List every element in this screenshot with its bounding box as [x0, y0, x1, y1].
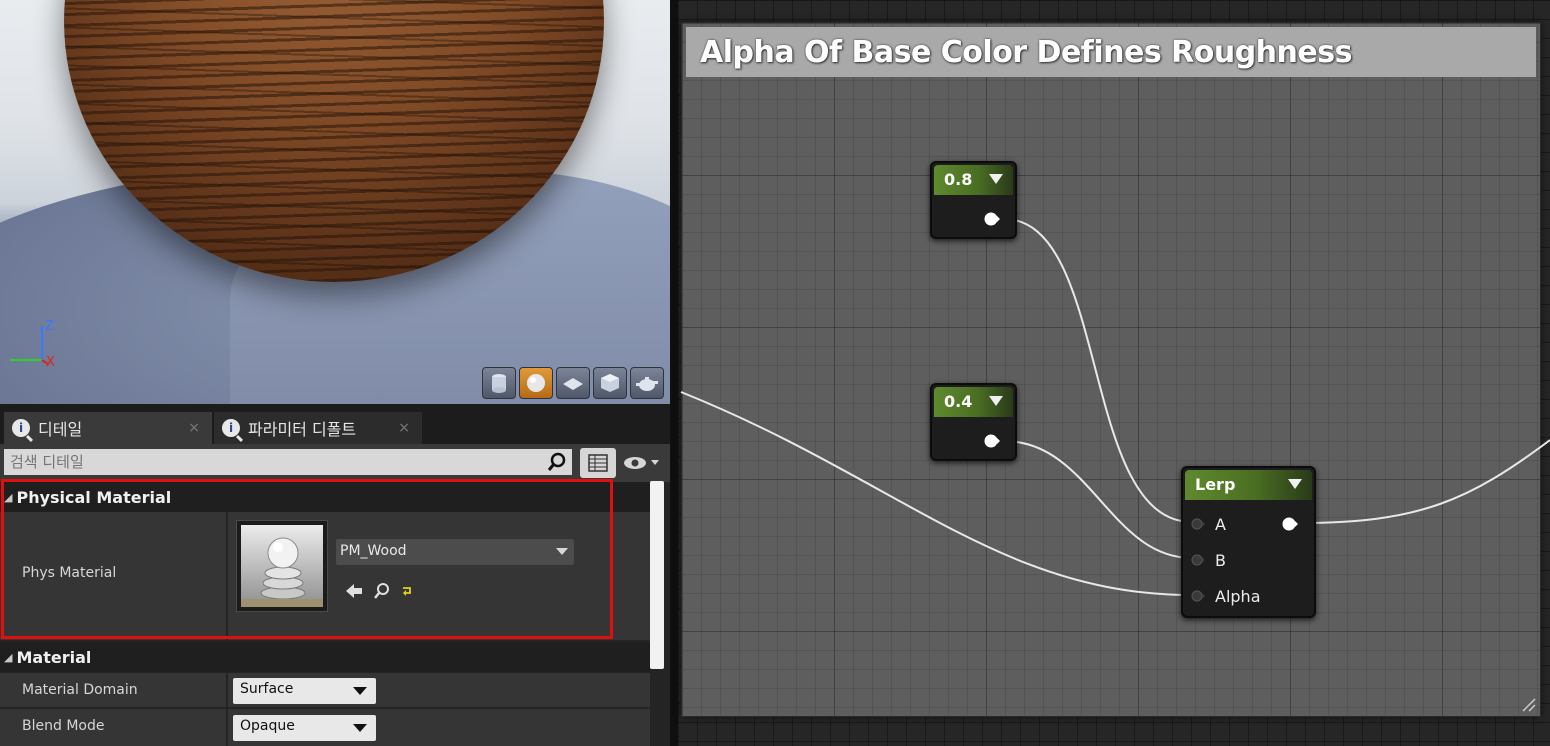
input-pin-icon[interactable]	[1191, 590, 1205, 602]
tab-parameter-defaults-close-icon[interactable]: ×	[398, 420, 410, 436]
preview-cylinder-button[interactable]	[482, 367, 516, 399]
search-icon	[547, 452, 566, 471]
lerp-input-alpha[interactable]: Alpha	[1191, 585, 1261, 607]
plane-icon	[563, 378, 583, 390]
material-domain-dropdown[interactable]: Surface	[233, 678, 376, 704]
tab-parameter-defaults-label: 파라미터 디폴트	[248, 420, 357, 439]
property-row-blend-mode: Blend Mode Opaque	[0, 709, 650, 746]
lerp-input-alpha-label: Alpha	[1215, 586, 1261, 606]
preview-teapot-button[interactable]	[630, 367, 664, 399]
asset-tools	[345, 582, 413, 600]
comment-title[interactable]: Alpha Of Base Color Defines Roughness	[686, 27, 1536, 77]
category-physical-material[interactable]: ◢ Physical Material	[0, 482, 650, 512]
details-scrollbar[interactable]	[650, 481, 664, 669]
details-icon: i	[12, 419, 30, 437]
teapot-icon	[636, 377, 658, 391]
category-physical-material-title: Physical Material	[16, 487, 172, 507]
search-details-input[interactable]	[4, 449, 572, 475]
view-options-button[interactable]	[622, 452, 666, 474]
lerp-node-title: Lerp	[1195, 475, 1236, 494]
output-pin-icon[interactable]	[984, 212, 1000, 226]
comment-box[interactable]: Alpha Of Base Color Defines Roughness	[681, 22, 1541, 717]
output-pin-icon[interactable]	[984, 434, 1000, 448]
tab-parameter-defaults[interactable]: i 파라미터 디폴트 ×	[214, 412, 422, 444]
preview-cube-button[interactable]	[593, 367, 627, 399]
axis-x-label: X	[46, 355, 55, 368]
category-material[interactable]: ◢ Material	[0, 642, 650, 672]
constant-value: 0.4	[944, 392, 973, 411]
chevron-down-icon	[556, 548, 568, 555]
tab-details-label: 디테일	[38, 420, 83, 439]
collapse-arrow-icon[interactable]	[1288, 479, 1302, 489]
lerp-node-header[interactable]: Lerp	[1185, 470, 1312, 500]
eye-icon	[624, 457, 659, 469]
input-pin-icon[interactable]	[1191, 518, 1205, 530]
cube-icon	[601, 374, 619, 392]
lerp-input-a[interactable]: A	[1191, 513, 1226, 535]
blend-mode-value: Opaque	[240, 718, 295, 734]
reset-to-default-icon[interactable]	[401, 585, 413, 597]
details-icon: i	[222, 419, 240, 437]
constant-node-header[interactable]: 0.8	[934, 165, 1013, 195]
panel-splitter[interactable]	[670, 0, 678, 746]
preview-plane-button[interactable]	[556, 367, 590, 399]
material-domain-label: Material Domain	[22, 682, 138, 698]
axis-gizmo-icon: Z X	[10, 319, 55, 368]
blend-mode-dropdown[interactable]: Opaque	[233, 715, 376, 741]
sphere-icon	[527, 374, 545, 392]
browse-search-icon[interactable]	[373, 582, 391, 600]
lerp-input-b[interactable]: B	[1191, 549, 1226, 571]
constant-node[interactable]: 0.4	[930, 383, 1017, 461]
lerp-input-b-label: B	[1215, 550, 1226, 570]
input-pin-icon[interactable]	[1191, 554, 1205, 566]
lerp-node[interactable]: Lerp A B Alpha	[1181, 466, 1316, 618]
lerp-input-a-label: A	[1215, 514, 1226, 534]
column-splitter[interactable]	[226, 512, 228, 640]
constant-value: 0.8	[944, 170, 973, 189]
preview-shape-toolbar	[482, 367, 664, 399]
blend-mode-label: Blend Mode	[22, 718, 105, 734]
output-pin-icon[interactable]	[1282, 517, 1298, 531]
collapse-triangle-icon: ◢	[4, 650, 13, 664]
constant-node-header[interactable]: 0.4	[934, 387, 1013, 417]
physical-material-thumbnail-icon	[241, 525, 323, 607]
axis-z-label: Z	[45, 319, 54, 334]
phys-material-label: Phys Material	[22, 565, 117, 581]
tab-details-close-icon[interactable]: ×	[188, 420, 200, 436]
use-selected-arrow-icon[interactable]	[345, 583, 363, 599]
details-panel: i 디테일 × i 파라미터 디폴트 × 검색 디테일 ◢ Physical M…	[0, 404, 670, 746]
preview-sphere-button[interactable]	[519, 367, 553, 399]
column-splitter[interactable]	[226, 673, 228, 707]
phys-material-value: PM_Wood	[340, 543, 407, 559]
details-tab-bar: i 디테일 × i 파라미터 디폴트 ×	[0, 404, 670, 444]
asset-thumbnail[interactable]	[236, 520, 328, 612]
chevron-down-icon	[353, 687, 367, 695]
cylinder-icon	[492, 374, 506, 393]
details-search-row	[0, 444, 670, 482]
tab-details[interactable]: i 디테일 ×	[4, 412, 212, 444]
property-row-phys-material: Phys Material PM_Wood	[0, 512, 650, 640]
collapse-triangle-icon: ◢	[4, 490, 13, 504]
chevron-down-icon	[353, 724, 367, 732]
grid-icon	[588, 454, 608, 472]
material-domain-value: Surface	[240, 681, 294, 697]
resize-grip-icon[interactable]	[1520, 696, 1536, 712]
constant-node[interactable]: 0.8	[930, 161, 1017, 239]
collapse-arrow-icon[interactable]	[989, 396, 1003, 406]
collapse-arrow-icon[interactable]	[989, 174, 1003, 184]
category-material-title: Material	[16, 647, 92, 667]
property-matrix-button[interactable]	[580, 448, 616, 478]
material-preview-viewport[interactable]: Z X	[0, 0, 670, 404]
phys-material-asset-picker[interactable]: PM_Wood	[336, 539, 574, 565]
column-splitter[interactable]	[226, 709, 228, 746]
property-row-material-domain: Material Domain Surface	[0, 673, 650, 707]
